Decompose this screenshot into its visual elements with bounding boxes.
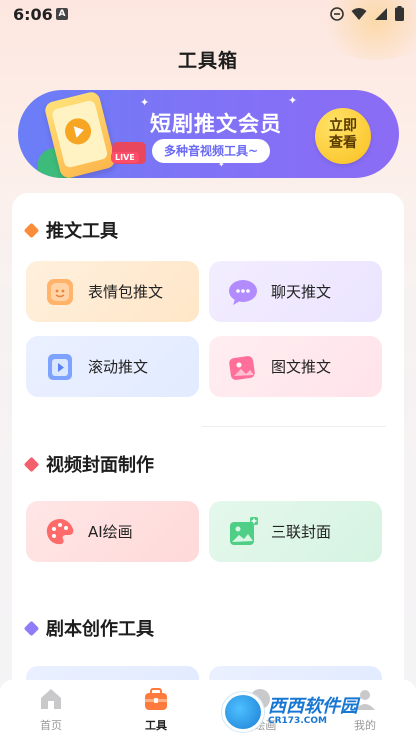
view-now-button[interactable]: 立即 查看 bbox=[315, 108, 371, 164]
wifi-icon bbox=[351, 7, 367, 20]
section-divider bbox=[202, 426, 386, 427]
tools-card: 推文工具 表情包推文 聊天推文 滚动推文 图文推文 视频封面制作 AI绘画 三联… bbox=[12, 193, 404, 713]
diamond-icon bbox=[23, 222, 40, 238]
tile-image-text-tweet[interactable]: 图文推文 bbox=[209, 336, 382, 397]
section-label: 推文工具 bbox=[46, 221, 118, 242]
watermark: 西西软件园 CR173.COM bbox=[222, 690, 400, 734]
home-icon bbox=[38, 686, 64, 712]
banner-title: 短剧推文会员 bbox=[150, 112, 282, 136]
tile-triple-cover[interactable]: 三联封面 bbox=[209, 501, 382, 562]
image-text-icon bbox=[227, 351, 259, 383]
tile-chat-tweet[interactable]: 聊天推文 bbox=[209, 261, 382, 322]
section-label: 剧本创作工具 bbox=[46, 619, 154, 640]
diamond-icon bbox=[23, 456, 40, 472]
tile-label: 聊天推文 bbox=[271, 283, 332, 301]
banner-subtitle: 多种音视频工具~ bbox=[152, 139, 271, 163]
status-icons bbox=[330, 6, 404, 21]
nav-label: 工具 bbox=[145, 719, 167, 732]
tile-label: 滚动推文 bbox=[88, 358, 149, 376]
picture-add-icon bbox=[227, 516, 259, 548]
section-title-cover-making: 视频封面制作 bbox=[23, 451, 154, 477]
tile-ai-painting[interactable]: AI绘画 bbox=[26, 501, 199, 562]
sparkle-icon: ✦ bbox=[288, 94, 298, 107]
nav-item-tools[interactable]: 工具 bbox=[126, 686, 186, 733]
watermark-domain: CR173.COM bbox=[268, 716, 327, 726]
tile-label: 图文推文 bbox=[271, 358, 332, 376]
notification-app-icon: A bbox=[56, 8, 68, 20]
section-title-script-tools: 剧本创作工具 bbox=[23, 615, 154, 641]
cta-line2: 查看 bbox=[329, 135, 357, 151]
tile-emoji-tweet[interactable]: 表情包推文 bbox=[26, 261, 199, 322]
sparkle-icon: ✦ bbox=[140, 96, 150, 109]
tile-label: 表情包推文 bbox=[88, 283, 164, 301]
chat-bubble-icon bbox=[227, 276, 259, 308]
section-label: 视频封面制作 bbox=[46, 455, 154, 476]
section-title-tweet-tools: 推文工具 bbox=[23, 217, 118, 243]
status-bar: 6:06 A bbox=[0, 0, 416, 60]
battery-icon bbox=[395, 6, 404, 21]
watermark-logo bbox=[222, 692, 264, 732]
tile-label: 三联封面 bbox=[271, 523, 332, 541]
live-tag: LIVE bbox=[111, 152, 139, 163]
nav-label: 首页 bbox=[40, 719, 62, 732]
diamond-icon bbox=[23, 620, 40, 636]
page-title: 工具箱 bbox=[177, 50, 238, 72]
signal-icon bbox=[375, 7, 387, 20]
watermark-title: 西西软件园 bbox=[268, 696, 358, 717]
palette-icon bbox=[44, 516, 76, 548]
do-not-disturb-icon bbox=[330, 6, 344, 21]
scroll-play-icon bbox=[44, 351, 76, 383]
status-time: 6:06 bbox=[13, 5, 53, 24]
toolbox-icon bbox=[143, 686, 169, 712]
nav-item-home[interactable]: 首页 bbox=[21, 686, 81, 733]
emoji-face-icon bbox=[44, 276, 76, 308]
tile-scroll-tweet[interactable]: 滚动推文 bbox=[26, 336, 199, 397]
cta-line1: 立即 bbox=[329, 118, 357, 134]
tile-label: AI绘画 bbox=[88, 523, 133, 541]
